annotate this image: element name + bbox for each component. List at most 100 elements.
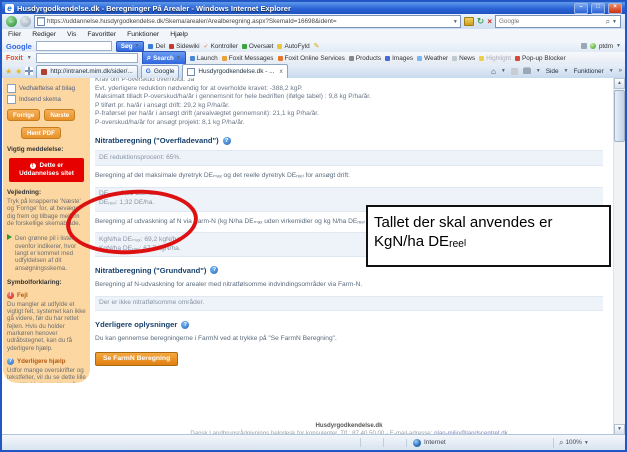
help-icon[interactable]: ? bbox=[210, 266, 218, 274]
search-icon[interactable]: ⌕ bbox=[606, 17, 610, 27]
autofill-icon bbox=[277, 44, 282, 49]
launch-icon bbox=[190, 56, 195, 61]
tab-intranet[interactable]: http://intranet.mim.dk/sider/... bbox=[36, 65, 137, 78]
toolbar-overflow-icon[interactable]: » bbox=[619, 68, 622, 74]
browser-search-field[interactable]: ⌕ ▼ bbox=[495, 15, 621, 28]
home-icon[interactable]: ⌂ bbox=[491, 67, 496, 76]
online-services-icon bbox=[278, 56, 283, 61]
foxit-logo-dropdown-icon[interactable]: ▼ bbox=[27, 55, 32, 61]
previous-button[interactable]: Forrige bbox=[7, 109, 40, 121]
zone-label: Internet bbox=[424, 439, 446, 446]
foxit-search-input[interactable] bbox=[36, 53, 138, 63]
print-dropdown-icon[interactable]: ▼ bbox=[536, 68, 541, 74]
status-cell bbox=[383, 438, 406, 447]
menu-filer[interactable]: Filer bbox=[8, 31, 21, 38]
husdyr-favicon bbox=[187, 68, 195, 76]
foxit-news-item[interactable]: News bbox=[452, 55, 475, 62]
sidebar-item-vedhaeftelse[interactable]: Vedhæftelse af bilag bbox=[7, 84, 86, 93]
forward-button[interactable]: → bbox=[20, 16, 31, 27]
paragraph-grundvand: Beregning af N-udvaskning for arealer me… bbox=[95, 281, 603, 290]
window-title: Husdyrgodkendelse.dk - Beregninger På Ar… bbox=[17, 4, 571, 13]
content-scrollbar[interactable]: ▲ ▼ bbox=[613, 78, 625, 435]
submit-form-icon bbox=[7, 95, 16, 104]
google-search-input[interactable] bbox=[36, 41, 112, 51]
menu-favoritter[interactable]: Favoritter bbox=[87, 31, 116, 38]
home-dropdown-icon[interactable]: ▼ bbox=[501, 68, 506, 74]
foxit-logo[interactable]: Foxit bbox=[6, 55, 23, 62]
zoom-control[interactable]: ⌕ 100% ▼ bbox=[553, 438, 621, 448]
menu-funktioner[interactable]: Funktioner bbox=[127, 31, 159, 38]
foxit-online-item[interactable]: Foxit Online Services bbox=[278, 55, 345, 62]
p-line-4: P-fraførsel per ha/år i ansøgt drift (ar… bbox=[95, 110, 603, 119]
next-button[interactable]: Næste bbox=[44, 109, 75, 121]
google-kontroller-item[interactable]: ✓ Kontroller bbox=[204, 43, 238, 50]
error-icon: ! bbox=[7, 292, 14, 299]
tab-google[interactable]: G Google bbox=[141, 65, 180, 78]
foxit-images-item[interactable]: Images bbox=[385, 55, 413, 62]
foxit-weather-item[interactable]: Weather bbox=[417, 55, 448, 62]
section-nitrat-grundvand: Nitratberegning ("Grundvand") ? bbox=[95, 266, 603, 275]
account-dropdown-icon[interactable]: ▼ bbox=[616, 43, 621, 49]
pen-icon[interactable]: ✎ bbox=[314, 42, 320, 50]
close-button[interactable]: × bbox=[608, 3, 622, 14]
tools-menu-dropdown-icon[interactable]: ▼ bbox=[609, 68, 614, 74]
google-sidewiki-item[interactable]: Sidewiki bbox=[169, 43, 199, 50]
tab-bar-right: ⌂ ▼ ▼ Side ▼ Funktioner ▼ » bbox=[491, 67, 622, 76]
paragraph-dyretryk: Beregning af det maksimale dyretryk DEₘₐ… bbox=[95, 172, 603, 181]
address-dropdown-icon[interactable]: ▼ bbox=[453, 19, 458, 25]
tab-close-icon[interactable]: x bbox=[279, 68, 282, 75]
help-legend-text: Udfor mange overskrifter og tekstfelter,… bbox=[7, 367, 86, 383]
se-farmn-beregning-button[interactable]: Se FarmN Beregning bbox=[95, 352, 178, 366]
footer-site-name: Husdyrgodkendelse.dk bbox=[95, 422, 603, 430]
favorites-star-icon[interactable]: ★ bbox=[5, 67, 12, 76]
download-pdf-button[interactable]: Hent PDF bbox=[21, 127, 61, 139]
browser-search-input[interactable] bbox=[499, 18, 604, 25]
back-button[interactable]: ← bbox=[6, 16, 17, 27]
add-favorite-icon[interactable]: ★ bbox=[15, 67, 22, 76]
page-icon bbox=[37, 17, 45, 26]
alert-icon: ! bbox=[30, 163, 36, 169]
minimize-button[interactable]: – bbox=[574, 3, 588, 14]
page-menu-dropdown-icon[interactable]: ▼ bbox=[564, 68, 569, 74]
tools-menu[interactable]: Funktioner bbox=[574, 68, 604, 75]
page-menu[interactable]: Side bbox=[546, 68, 559, 75]
foxit-search-button[interactable]: ⌕ Search ▼ bbox=[142, 51, 186, 65]
maximize-button[interactable]: □ bbox=[591, 3, 605, 14]
section-nitrat-overfladevand: Nitratberegning ("Overfladevand") ? bbox=[95, 136, 603, 145]
menu-rediger[interactable]: Rediger bbox=[32, 31, 56, 38]
status-cell bbox=[360, 438, 383, 447]
tab-husdyrgodkendelse-active[interactable]: Husdyrgodkendelse.dk - ... x bbox=[182, 64, 287, 78]
stop-button[interactable]: × bbox=[487, 16, 492, 27]
zoom-icon: ⌕ bbox=[559, 438, 563, 448]
foxit-highlight-item[interactable]: Highlight bbox=[479, 55, 511, 62]
sidebar-item-indsend[interactable]: Indsend skema bbox=[7, 95, 86, 104]
print-icon[interactable] bbox=[523, 68, 531, 74]
google-search-button[interactable]: Søg ▼ bbox=[116, 41, 145, 52]
menu-hjaelp[interactable]: Hjælp bbox=[170, 31, 188, 38]
help-icon[interactable]: ? bbox=[181, 321, 189, 329]
google-search-dropdown-icon: ▼ bbox=[135, 43, 140, 49]
zoom-dropdown-icon[interactable]: ▼ bbox=[584, 440, 589, 446]
feeds-icon[interactable] bbox=[511, 68, 518, 75]
foxit-popup-blocker-item[interactable]: Pop-up Blocker bbox=[515, 55, 566, 62]
foxit-messages-item[interactable]: Foxit Messages bbox=[222, 55, 274, 62]
address-field[interactable]: ▼ bbox=[34, 15, 461, 28]
google-del-item[interactable]: Del bbox=[148, 43, 165, 50]
del-icon bbox=[148, 44, 153, 49]
refresh-button[interactable]: ↻ bbox=[477, 16, 485, 27]
symbols-title: Symbolforklaring: bbox=[7, 279, 86, 286]
paragraph-farmn: Du kan gennemse beregningerne i FarmN ve… bbox=[95, 335, 603, 344]
settings-wrench-icon[interactable] bbox=[581, 43, 587, 49]
foxit-launch-item[interactable]: Launch bbox=[190, 55, 218, 62]
account-name[interactable]: ptdm bbox=[599, 43, 613, 50]
scroll-up-icon[interactable]: ▲ bbox=[614, 78, 625, 89]
quick-tabs-icon[interactable] bbox=[25, 67, 33, 75]
help-icon[interactable]: ? bbox=[223, 137, 231, 145]
google-autofyld-item[interactable]: AutoFyld bbox=[277, 43, 309, 50]
address-input[interactable] bbox=[47, 18, 451, 25]
scrollbar-thumb[interactable] bbox=[614, 90, 625, 142]
google-oversaet-item[interactable]: Oversæt bbox=[242, 43, 274, 50]
menu-vis[interactable]: Vis bbox=[67, 31, 76, 38]
search-dropdown-icon[interactable]: ▼ bbox=[612, 19, 617, 25]
foxit-products-item[interactable]: Products bbox=[349, 55, 381, 62]
